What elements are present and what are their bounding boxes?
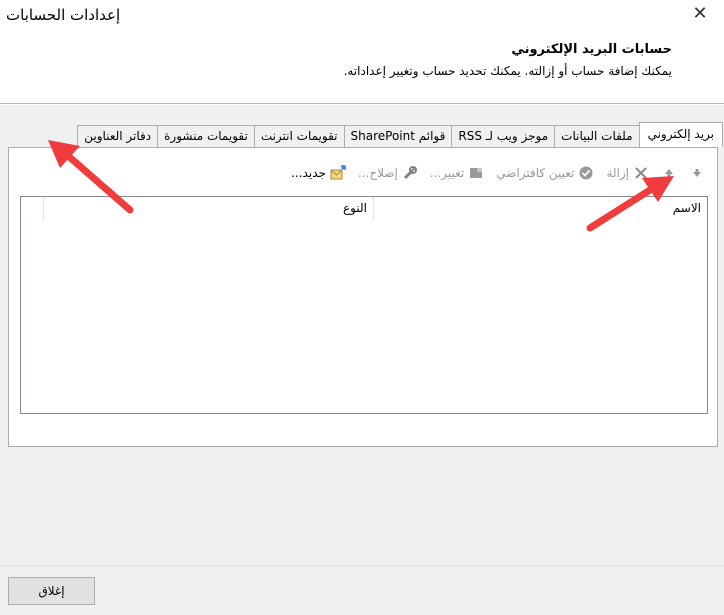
tab-email[interactable]: بريد إلكتروني xyxy=(638,122,723,147)
change-button-label: تغيير... xyxy=(429,166,465,180)
set-default-button-label: تعيين كافتراضي xyxy=(496,166,575,180)
dialog-header: حسابات البريد الإلكتروني يمكنك إضافة حسا… xyxy=(0,32,724,104)
remove-x-icon xyxy=(633,165,649,181)
account-toolbar: جديد... إصلاح... تغيير... تعيين كافتراضي… xyxy=(287,162,709,184)
remove-button-label: إزالة xyxy=(606,166,629,180)
new-account-icon xyxy=(330,165,346,181)
change-icon xyxy=(468,165,484,181)
close-icon[interactable]: ✕ xyxy=(690,4,710,24)
dialog-content: بريد إلكتروني ملفات البيانات موجز ويب لـ… xyxy=(0,105,724,565)
move-up-button[interactable] xyxy=(657,163,681,183)
change-button[interactable]: تغيير... xyxy=(426,163,488,183)
window-title: إعدادات الحسابات xyxy=(6,6,121,24)
column-header-type[interactable]: النوع xyxy=(43,197,373,221)
column-header-name[interactable]: الاسم xyxy=(373,197,707,221)
set-default-button[interactable]: تعيين كافتراضي xyxy=(492,163,598,183)
tab-rss-feeds[interactable]: موجز ويب لـ RSS xyxy=(451,125,556,147)
check-circle-icon xyxy=(578,165,594,181)
header-description: يمكنك إضافة حساب أو إزالته. يمكنك تحديد … xyxy=(343,64,672,78)
header-title: حسابات البريد الإلكتروني xyxy=(511,42,672,57)
tab-data-files[interactable]: ملفات البيانات xyxy=(554,125,640,147)
email-tab-panel: جديد... إصلاح... تغيير... تعيين كافتراضي… xyxy=(8,147,718,447)
new-button[interactable]: جديد... xyxy=(287,163,350,183)
arrow-down-icon xyxy=(689,165,705,181)
remove-button[interactable]: إزالة xyxy=(602,163,653,183)
dialog-footer: إغلاق xyxy=(0,565,724,615)
close-button[interactable]: إغلاق xyxy=(8,577,95,605)
list-header: الاسم النوع xyxy=(21,197,707,221)
accounts-list[interactable]: الاسم النوع xyxy=(20,196,708,414)
tab-strip: بريد إلكتروني ملفات البيانات موجز ويب لـ… xyxy=(77,122,723,147)
move-down-button[interactable] xyxy=(685,163,709,183)
tab-internet-calendars[interactable]: تقويمات انترنت xyxy=(253,125,345,147)
tab-published-calendars[interactable]: تقويمات منشورة xyxy=(157,125,255,147)
title-bar: إعدادات الحسابات ✕ xyxy=(0,0,724,32)
arrow-up-icon xyxy=(661,165,677,181)
repair-icon xyxy=(402,165,418,181)
repair-button-label: إصلاح... xyxy=(357,166,398,180)
tab-address-books[interactable]: دفاتر العناوين xyxy=(77,125,159,147)
repair-button[interactable]: إصلاح... xyxy=(354,163,422,183)
new-button-label: جديد... xyxy=(291,166,326,180)
tab-sharepoint-lists[interactable]: قوائم SharePoint xyxy=(343,125,453,147)
